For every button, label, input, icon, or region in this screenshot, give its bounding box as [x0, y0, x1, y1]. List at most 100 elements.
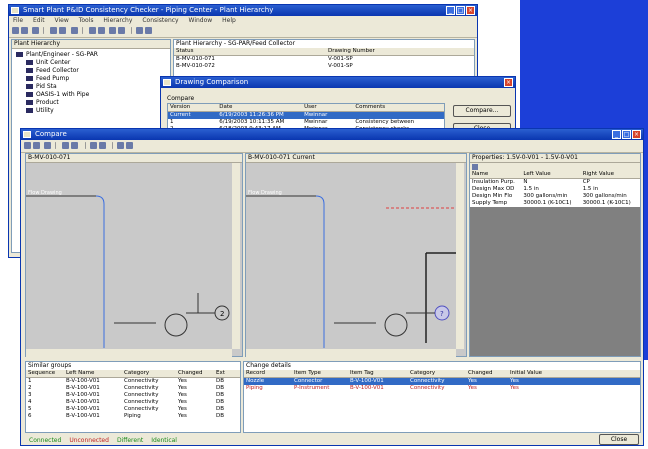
filter-icon[interactable] [145, 27, 153, 34]
grid-icon[interactable] [88, 27, 96, 34]
menu-edit[interactable]: Edit [33, 17, 45, 24]
property-row[interactable]: Supply Temp 30000.1 (K-10C1) 30000.1 (K-10… [470, 200, 640, 207]
column-changed[interactable]: Changed [466, 370, 508, 377]
tree-node[interactable]: Pid Sta [16, 83, 170, 91]
version-row[interactable]: 1 6/19/2003 10:11:35 AM Mwinnar Consistency… [168, 119, 444, 126]
compare-window-titlebar[interactable]: Compare _ □ × [21, 129, 643, 140]
tree-node[interactable]: Feed Collector [16, 67, 170, 75]
check-icon[interactable] [136, 27, 144, 34]
menu-file[interactable]: File [13, 17, 23, 24]
main-window-titlebar[interactable]: Smart Plant P&ID Consistency Checker - P… [9, 5, 477, 16]
column-left-value[interactable]: Left Value [521, 171, 580, 178]
sequence-cell: 5 [28, 406, 32, 412]
pan-icon[interactable] [98, 142, 106, 149]
left-drawing-canvas[interactable]: 2 Flow Drawing [26, 163, 242, 357]
compare-minimize-button[interactable]: _ [612, 130, 621, 139]
menu-window[interactable]: Window [189, 17, 213, 24]
column-sequence[interactable]: Sequence [26, 370, 64, 377]
property-row[interactable]: Design Max OD 1.5 in 1.5 in [470, 186, 640, 193]
column-name[interactable]: Name [470, 171, 521, 178]
refresh-icon[interactable] [118, 27, 126, 34]
tree-node[interactable]: Feed Pump [16, 75, 170, 83]
column-comments[interactable]: Comments [353, 104, 444, 111]
menu-view[interactable]: View [55, 17, 69, 24]
menu-tools[interactable]: Tools [79, 17, 94, 24]
drawing-row[interactable]: B-MV-010-071 V-001-SP [174, 56, 474, 63]
change-row[interactable]: Nozzle Connector B-V-100-V01 Connectivity Ye… [244, 378, 640, 385]
column-category[interactable]: Category [122, 370, 176, 377]
dialog-titlebar[interactable]: Drawing Comparison × [161, 77, 515, 88]
column-right-value[interactable]: Right Value [581, 171, 640, 178]
left-name-cell: B-V-100-V01 [66, 385, 100, 391]
tab-unconnected[interactable]: Unconnected [65, 436, 113, 445]
tree-node[interactable]: Plant/Engineer - SG-PAR [16, 51, 170, 59]
close-button[interactable]: × [466, 6, 475, 15]
maximize-button[interactable]: □ [456, 6, 465, 15]
fit-icon[interactable] [89, 142, 97, 149]
drawing-row[interactable]: B-MV-010-072 V-001-SP [174, 63, 474, 70]
compare-close-icon[interactable]: × [632, 130, 641, 139]
version-row[interactable]: Current 6/19/2003 11:26:36 PM Mwinnar [168, 112, 444, 119]
property-row[interactable]: Insulation Purp. N CP [470, 179, 640, 186]
sync-icon[interactable] [116, 142, 124, 149]
dialog-close-icon[interactable]: × [504, 78, 513, 87]
left-name-cell: B-V-100-V01 [66, 378, 100, 384]
column-user[interactable]: User [302, 104, 353, 111]
tree-node[interactable]: Product [16, 99, 170, 107]
tab-identical[interactable]: Identical [147, 436, 181, 445]
similar-group-row[interactable]: 2 B-V-100-V01 Connectivity Yes DB [26, 385, 240, 392]
tab-connected[interactable]: Connected [25, 436, 65, 445]
tab-different[interactable]: Different [113, 436, 147, 445]
comments-cell [353, 112, 444, 119]
right-drawing-canvas[interactable]: ? Flow Drawing [246, 163, 466, 357]
column-item-tag[interactable]: Item Tag [348, 370, 408, 377]
similar-group-row[interactable]: 5 B-V-100-V01 Connectivity Yes DB [26, 406, 240, 413]
minimize-button[interactable]: _ [446, 6, 455, 15]
similar-group-row[interactable]: 1 B-V-100-V01 Connectivity Yes DB [26, 378, 240, 385]
column-ext[interactable]: Ext [214, 370, 240, 377]
column-initial-value[interactable]: Initial Value [508, 370, 570, 377]
column-drawing-number[interactable]: Drawing Number [326, 48, 468, 55]
similar-groups-title: Similar groups [26, 362, 240, 370]
open-icon[interactable] [12, 27, 19, 34]
zoom-out-icon[interactable] [71, 142, 79, 149]
similar-group-row[interactable]: 4 B-V-100-V01 Connectivity Yes DB [26, 399, 240, 406]
menu-consistency[interactable]: Consistency [142, 17, 178, 24]
property-row[interactable]: Design Min Flo 300 gallons/min 300 gallons… [470, 193, 640, 200]
home-icon[interactable] [24, 142, 31, 149]
column-date[interactable]: Date [217, 104, 302, 111]
column-category[interactable]: Category [408, 370, 466, 377]
filter-icon[interactable] [125, 142, 133, 149]
details-icon[interactable] [109, 27, 117, 34]
delete-icon[interactable] [32, 27, 40, 34]
column-record[interactable]: Record [244, 370, 292, 377]
zoom-in-icon[interactable] [62, 142, 70, 149]
compare-close-button[interactable]: Close [599, 434, 639, 445]
forward-icon[interactable] [44, 142, 52, 149]
change-row[interactable]: Piping P-Instrument B-V-100-V01 Connectivit… [244, 385, 640, 392]
save-icon[interactable] [21, 27, 28, 34]
column-changed[interactable]: Changed [176, 370, 214, 377]
copy-icon[interactable] [59, 27, 67, 34]
column-left-name[interactable]: Left Name [64, 370, 122, 377]
column-version[interactable]: Version [168, 104, 217, 111]
list-icon[interactable] [97, 27, 105, 34]
compare-maximize-button[interactable]: □ [622, 130, 631, 139]
tree-node[interactable]: Utility [16, 107, 170, 115]
column-status[interactable]: Status [174, 48, 326, 55]
compare-button[interactable]: Compare... [453, 105, 511, 117]
tree-node[interactable]: OASIS-1 with Pipe [16, 91, 170, 99]
ext-cell: DB [216, 378, 225, 384]
menu-hierarchy[interactable]: Hierarchy [103, 17, 132, 24]
paste-icon[interactable] [70, 27, 78, 34]
column-item-type[interactable]: Item Type [292, 370, 348, 377]
similar-group-row[interactable]: 3 B-V-100-V01 Connectivity Yes DB [26, 392, 240, 399]
menu-help[interactable]: Help [222, 17, 236, 24]
similar-group-row[interactable]: 6 B-V-100-V01 Piping Yes DB [26, 413, 240, 420]
tree-node[interactable]: Unit Center [16, 59, 170, 67]
back-icon[interactable] [33, 142, 40, 149]
properties-grid: Name Left Value Right Value Insulation P… [470, 171, 640, 207]
properties-sort-icon[interactable] [472, 164, 478, 170]
right-line-label: Flow Drawing [248, 190, 282, 196]
cut-icon[interactable] [50, 27, 58, 34]
